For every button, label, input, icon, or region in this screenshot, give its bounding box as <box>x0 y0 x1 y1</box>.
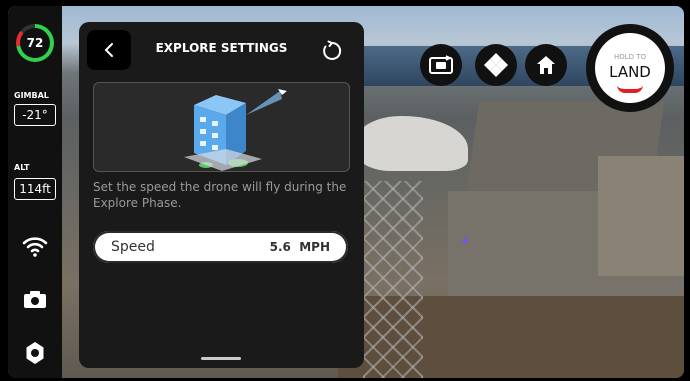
speed-value: 5.6 MPH <box>269 240 330 254</box>
camera-icon[interactable] <box>21 285 49 313</box>
panel-title: EXPLORE SETTINGS <box>155 41 288 55</box>
feed-shed <box>598 156 684 276</box>
home-button[interactable] <box>525 44 567 86</box>
land-label: LAND <box>609 63 651 81</box>
feed-tower <box>363 181 423 378</box>
land-arrow-icon <box>617 85 643 93</box>
camera-switch-button[interactable] <box>420 44 462 86</box>
panel-description: Set the speed the drone will fly during … <box>93 180 347 210</box>
battery-percent: 72 <box>20 28 50 58</box>
land-button[interactable]: HOLD TO LAND <box>586 24 674 112</box>
camera-switch-icon <box>429 55 453 74</box>
gimbal-label: GIMBAL <box>14 91 49 100</box>
panel-drag-handle[interactable] <box>201 357 241 360</box>
reset-icon <box>323 40 342 60</box>
back-button[interactable] <box>87 30 131 70</box>
battery-indicator: 72 <box>16 24 54 62</box>
gear-icon[interactable] <box>21 339 49 367</box>
land-hint: HOLD TO <box>613 53 647 61</box>
left-rail: 72 GIMBAL -21° ALT 114ft <box>8 6 62 378</box>
speed-label: Speed <box>111 239 155 255</box>
feed-pile <box>358 116 468 171</box>
speed-setting[interactable]: Speed 5.6 MPH <box>93 231 348 263</box>
drone-screen: ✦ 72 GIMBAL -21° ALT 114ft EXPLORE SETTI… <box>8 6 684 378</box>
gimbal-value[interactable]: -21° <box>14 104 56 126</box>
wifi-icon[interactable] <box>21 232 49 260</box>
explore-settings-panel: EXPLORE SETTINGS Set the speed the drone… <box>79 22 364 368</box>
building-illustration <box>93 82 350 172</box>
direction-pad-button[interactable] <box>475 44 517 86</box>
back-icon <box>104 43 113 57</box>
altitude-value: 114ft <box>14 178 56 200</box>
altitude-label: ALT <box>14 163 30 172</box>
home-icon <box>537 56 555 74</box>
target-marker-icon: ✦ <box>460 234 471 248</box>
direction-pad-icon <box>484 53 508 77</box>
reset-button[interactable] <box>319 38 345 64</box>
